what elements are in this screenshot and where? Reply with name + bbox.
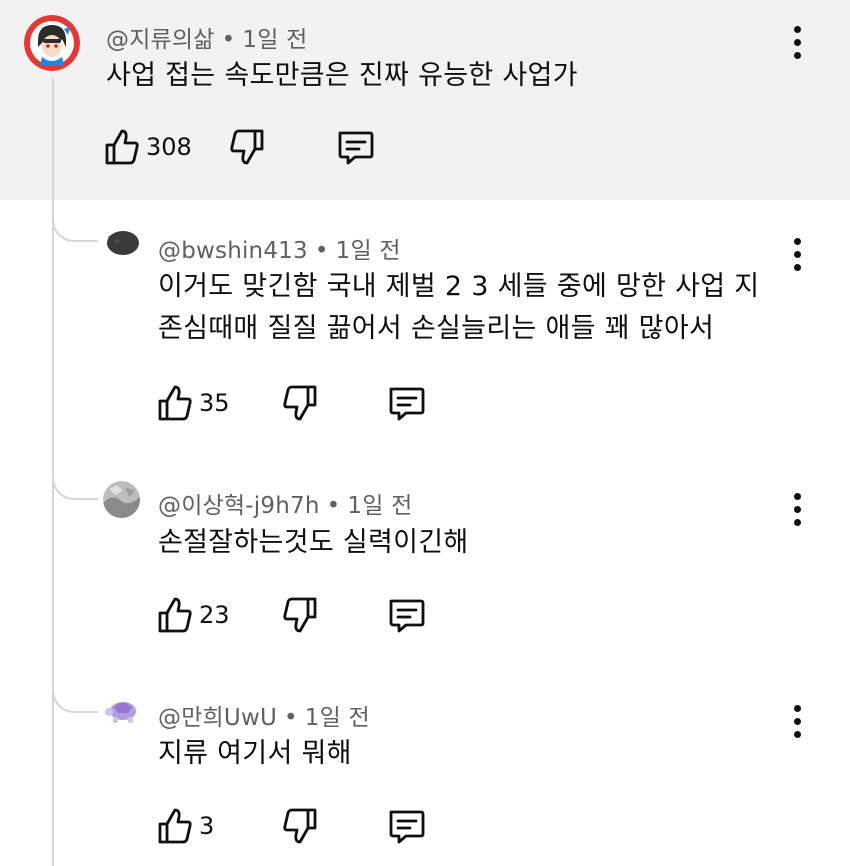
thumbs-down-icon xyxy=(283,808,317,844)
thread-line xyxy=(52,78,54,866)
more-options-button[interactable] xyxy=(791,705,805,739)
avatar[interactable] xyxy=(104,227,140,257)
thumbs-down-icon xyxy=(283,385,317,421)
kebab-dot xyxy=(794,493,801,500)
avatar-turtle-icon xyxy=(105,702,136,723)
avatar-anime-character-icon xyxy=(24,15,80,71)
reply-text-line: 지류 여기서 뭐해 xyxy=(158,738,352,769)
reply-time[interactable]: 1일 전 xyxy=(347,493,412,519)
kebab-dot xyxy=(794,251,801,258)
like-button[interactable]: 35 xyxy=(157,384,230,422)
dislike-button[interactable] xyxy=(282,596,318,634)
like-button[interactable]: 23 xyxy=(157,596,230,634)
kebab-dot xyxy=(794,39,801,46)
reply-button[interactable] xyxy=(386,596,426,634)
reply-actions: 3 xyxy=(157,807,457,847)
reply-button[interactable] xyxy=(335,128,375,166)
avatar-dark-blob-icon xyxy=(107,231,139,255)
reply-text: 이거도 맞긴함 국내 제벌 2 3 세들 중에 망한 사업 지 존심때매 질질 … xyxy=(158,269,759,347)
reply-time[interactable]: 1일 전 xyxy=(336,238,401,264)
reply-author[interactable]: @bwshin413 xyxy=(158,238,308,264)
avatar-photo-icon xyxy=(103,481,140,518)
thread-connector xyxy=(52,216,98,242)
avatar[interactable] xyxy=(104,697,142,725)
thumbs-down-icon xyxy=(230,129,264,165)
dislike-button[interactable] xyxy=(229,128,265,166)
reply-bubble-icon xyxy=(389,810,425,844)
kebab-dot xyxy=(794,52,801,59)
reply-bubble-icon xyxy=(389,599,425,633)
reply-button[interactable] xyxy=(386,384,426,422)
thumbs-up-icon xyxy=(105,129,139,165)
thumbs-up-icon xyxy=(158,385,192,421)
comment-text: 사업 접는 속도만큼은 진짜 유능한 사업가 xyxy=(106,58,578,94)
reply-meta: @이상혁-j9h7h • 1일 전 xyxy=(158,486,412,520)
comment-text-line: 사업 접는 속도만큼은 진짜 유능한 사업가 xyxy=(106,60,578,91)
kebab-dot xyxy=(794,506,801,513)
reply-actions: 23 xyxy=(157,596,457,636)
dislike-button[interactable] xyxy=(282,807,318,845)
comment-time[interactable]: 1일 전 xyxy=(242,27,307,53)
reply-button[interactable] xyxy=(386,807,426,845)
like-button[interactable]: 3 xyxy=(157,807,214,845)
kebab-dot xyxy=(794,718,801,725)
reply-text-line: 존심때매 질질 끎어서 손실늘리는 애들 꽤 많아서 xyxy=(158,313,715,344)
avatar[interactable] xyxy=(24,15,80,71)
meta-separator: • xyxy=(326,493,341,519)
kebab-dot xyxy=(794,238,801,245)
reply-text: 지류 여기서 뭐해 xyxy=(158,736,352,772)
kebab-dot xyxy=(794,264,801,271)
reply-meta: @bwshin413 • 1일 전 xyxy=(158,231,401,265)
reply-text: 손절잘하는것도 실력이긴해 xyxy=(158,525,469,561)
thumbs-up-icon xyxy=(158,597,192,633)
kebab-dot xyxy=(794,26,801,33)
more-options-button[interactable] xyxy=(791,493,805,527)
thumbs-up-icon xyxy=(158,808,192,844)
kebab-dot xyxy=(794,731,801,738)
reply-meta: @만희UwU • 1일 전 xyxy=(158,698,370,732)
like-count: 3 xyxy=(199,812,215,840)
thread-connector xyxy=(52,687,98,713)
more-options-button[interactable] xyxy=(791,26,805,60)
avatar[interactable] xyxy=(103,481,140,518)
meta-separator: • xyxy=(284,705,298,731)
more-options-button[interactable] xyxy=(791,238,805,272)
meta-separator: • xyxy=(314,238,329,264)
kebab-dot xyxy=(794,519,801,526)
like-count: 23 xyxy=(199,601,230,629)
thumbs-down-icon xyxy=(283,597,317,633)
reply-bubble-icon xyxy=(389,387,425,421)
comment-meta: @지류의삶 • 1일 전 xyxy=(106,20,308,54)
like-count: 35 xyxy=(199,389,230,417)
reply-bubble-icon xyxy=(338,131,374,165)
reply-text-line: 이거도 맞긴함 국내 제벌 2 3 세들 중에 망한 사업 지 xyxy=(158,271,760,302)
comment-author[interactable]: @지류의삶 xyxy=(106,27,215,53)
comment-actions: 308 xyxy=(104,128,404,168)
thread-connector xyxy=(52,474,98,500)
like-count: 308 xyxy=(146,133,192,161)
reply-time[interactable]: 1일 전 xyxy=(305,705,370,731)
dislike-button[interactable] xyxy=(282,384,318,422)
reply-actions: 35 xyxy=(157,384,457,424)
reply-text-line: 손절잘하는것도 실력이긴해 xyxy=(158,527,469,558)
kebab-dot xyxy=(794,705,801,712)
reply-author[interactable]: @이상혁-j9h7h xyxy=(158,493,320,519)
like-button[interactable]: 308 xyxy=(104,128,192,166)
meta-separator: • xyxy=(221,27,236,53)
reply-author[interactable]: @만희UwU xyxy=(158,705,277,731)
